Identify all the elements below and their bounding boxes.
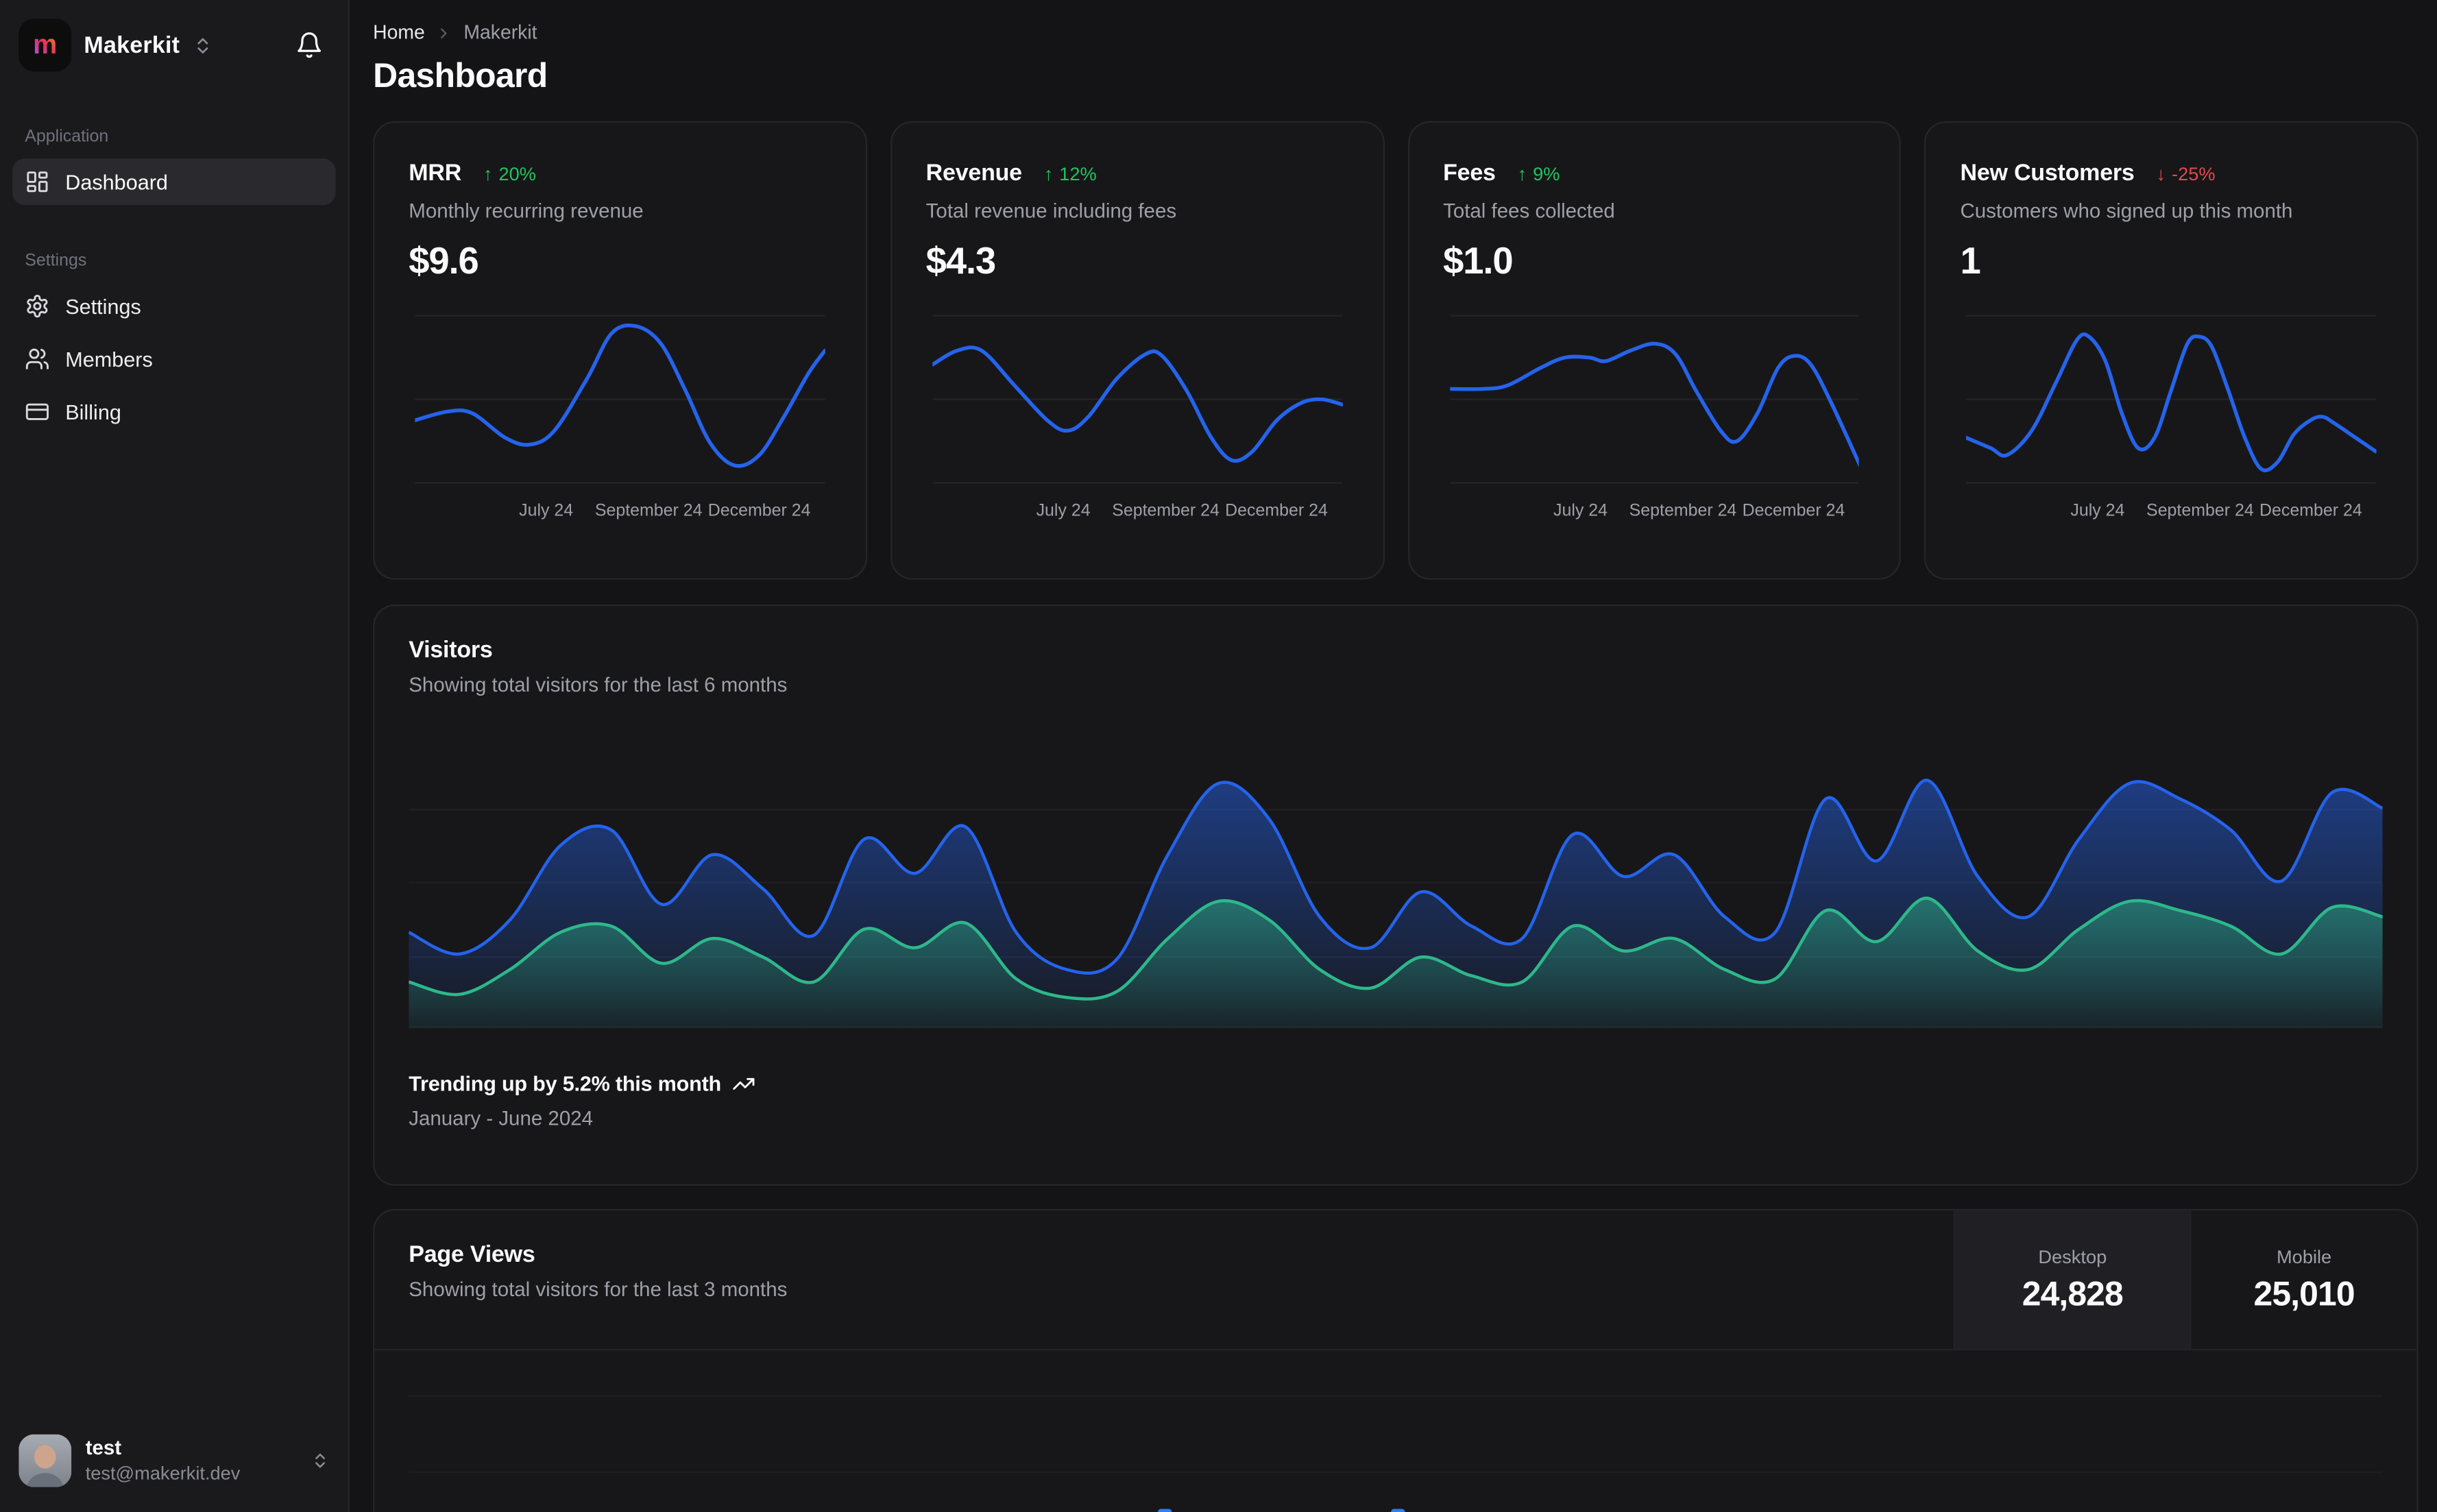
dashboard-icon xyxy=(25,169,49,194)
sidebar-section-settings: Settings xyxy=(25,252,87,271)
chevrons-up-down-icon xyxy=(311,1452,329,1470)
stat-card-mrr: MRR ↑ 20% Monthly recurring revenue $9.6 … xyxy=(373,121,867,580)
stat-subtitle: Monthly recurring revenue xyxy=(409,199,644,223)
trend-arrow-icon: ↓ xyxy=(2156,163,2166,185)
x-axis-labels: July 24 September 24 December 24 xyxy=(1036,502,1328,521)
stat-title: New Customers xyxy=(1960,160,2135,187)
sidebar-item-label: Settings xyxy=(65,294,141,318)
visitors-subtitle: Showing total visitors for the last 6 mo… xyxy=(409,672,788,696)
stat-value: $4.3 xyxy=(925,241,997,283)
breadcrumb-current: Makerkit xyxy=(463,21,537,44)
stat-value: 1 xyxy=(1960,241,1981,283)
gridline xyxy=(409,1472,2383,1474)
bar xyxy=(1158,1509,1172,1512)
visitors-footer: Trending up by 5.2% this month January -… xyxy=(409,1072,755,1130)
page-views-bar-chart xyxy=(409,1350,2383,1512)
page-title: Dashboard xyxy=(373,56,548,95)
trend-badge: ↓ -25% xyxy=(2156,163,2216,185)
breadcrumb-home-link[interactable]: Home xyxy=(373,22,425,44)
sidebar-item-label: Billing xyxy=(65,400,121,424)
sidebar-item-label: Dashboard xyxy=(65,170,168,194)
stat-value: $1.0 xyxy=(1443,241,1514,283)
notifications-bell-icon[interactable] xyxy=(289,25,330,65)
visitors-area-chart xyxy=(409,731,2383,1029)
makerkit-logo: m xyxy=(19,19,72,72)
workspace-switcher[interactable]: m Makerkit xyxy=(12,16,336,75)
user-meta: test test@makerkit.dev xyxy=(86,1437,241,1485)
visitors-card: Visitors Showing total visitors for the … xyxy=(373,604,2418,1186)
stat-title: Revenue xyxy=(925,160,1022,187)
bar xyxy=(1391,1509,1405,1512)
main-content: Home Makerkit Dashboard MRR ↑ 20% Monthly… xyxy=(350,0,2437,1512)
settings-icon xyxy=(25,294,49,319)
page-views-card: Page Views Showing total visitors for th… xyxy=(373,1208,2418,1512)
tab-mobile[interactable]: Mobile 25,010 xyxy=(2190,1210,2416,1349)
stat-title: Fees xyxy=(1443,160,1496,187)
user-name: test xyxy=(85,1436,122,1460)
page-views-header: Page Views Showing total visitors for th… xyxy=(374,1210,2417,1351)
revenue-sparkline-chart xyxy=(932,313,1342,487)
stat-card-new-customers: New Customers ↓ -25% Customers who signed… xyxy=(1924,121,2418,580)
app-window: m Makerkit Application Dashboard Setting… xyxy=(0,0,2437,1512)
stat-subtitle: Total fees collected xyxy=(1443,199,1615,223)
stat-cards-row: MRR ↑ 20% Monthly recurring revenue $9.6 … xyxy=(373,121,2418,580)
chevrons-up-down-icon xyxy=(192,35,212,55)
page-views-tabs: Desktop 24,828 Mobile 25,010 xyxy=(1953,1210,2417,1349)
trend-badge: ↑ 9% xyxy=(1517,163,1560,185)
stat-subtitle: Customers who signed up this month xyxy=(1960,199,2293,223)
avatar xyxy=(19,1434,72,1487)
sidebar: m Makerkit Application Dashboard Setting… xyxy=(0,0,350,1512)
billing-icon xyxy=(25,400,49,424)
visitors-title: Visitors xyxy=(409,637,493,664)
sidebar-item-billing[interactable]: Billing xyxy=(12,389,336,435)
sidebar-section-application: Application xyxy=(25,127,109,147)
tab-value: 24,828 xyxy=(2022,1273,2124,1313)
stat-title: MRR xyxy=(409,160,462,187)
visitors-date-range: January - June 2024 xyxy=(409,1106,594,1130)
x-axis-labels: July 24 September 24 December 24 xyxy=(2070,502,2362,521)
sidebar-item-members[interactable]: Members xyxy=(12,336,336,382)
stat-card-fees: Fees ↑ 9% Total fees collected $1.0 July … xyxy=(1407,121,1902,580)
chevron-right-icon xyxy=(436,24,453,41)
trend-arrow-icon: ↑ xyxy=(1043,163,1054,185)
trend-arrow-icon: ↑ xyxy=(1517,163,1527,185)
trending-up-icon xyxy=(732,1072,755,1095)
page-views-title: Page Views xyxy=(409,1241,535,1269)
x-axis-labels: July 24 September 24 December 24 xyxy=(1553,502,1845,521)
gridline xyxy=(409,1395,2383,1398)
new-customers-sparkline-chart xyxy=(1967,313,2377,487)
mrr-sparkline-chart xyxy=(415,313,825,487)
breadcrumb: Home Makerkit xyxy=(373,22,2418,44)
user-email: test@makerkit.dev xyxy=(85,1461,241,1484)
fees-sparkline-chart xyxy=(1449,313,1859,487)
tab-label: Desktop xyxy=(2038,1245,2107,1267)
tab-desktop[interactable]: Desktop 24,828 xyxy=(1953,1210,2190,1349)
stat-subtitle: Total revenue including fees xyxy=(925,199,1177,223)
stat-value: $9.6 xyxy=(409,241,479,283)
sidebar-item-label: Members xyxy=(65,347,153,371)
trend-badge: ↑ 12% xyxy=(1043,163,1097,185)
sidebar-item-settings[interactable]: Settings xyxy=(12,283,336,330)
svg-text:m: m xyxy=(33,29,57,60)
page-views-subtitle: Showing total visitors for the last 3 mo… xyxy=(409,1277,788,1301)
user-menu[interactable]: test test@makerkit.dev xyxy=(12,1425,336,1496)
tab-label: Mobile xyxy=(2277,1245,2332,1267)
tab-value: 25,010 xyxy=(2253,1273,2355,1313)
stat-card-revenue: Revenue ↑ 12% Total revenue including fee… xyxy=(890,121,1384,580)
trend-arrow-icon: ↑ xyxy=(483,163,493,185)
sidebar-item-dashboard[interactable]: Dashboard xyxy=(12,158,336,206)
members-icon xyxy=(25,347,49,371)
workspace-name: Makerkit xyxy=(84,32,180,59)
x-axis-labels: July 24 September 24 December 24 xyxy=(519,502,811,521)
visitors-trend-text: Trending up by 5.2% this month xyxy=(409,1072,722,1096)
trend-badge: ↑ 20% xyxy=(483,163,536,185)
